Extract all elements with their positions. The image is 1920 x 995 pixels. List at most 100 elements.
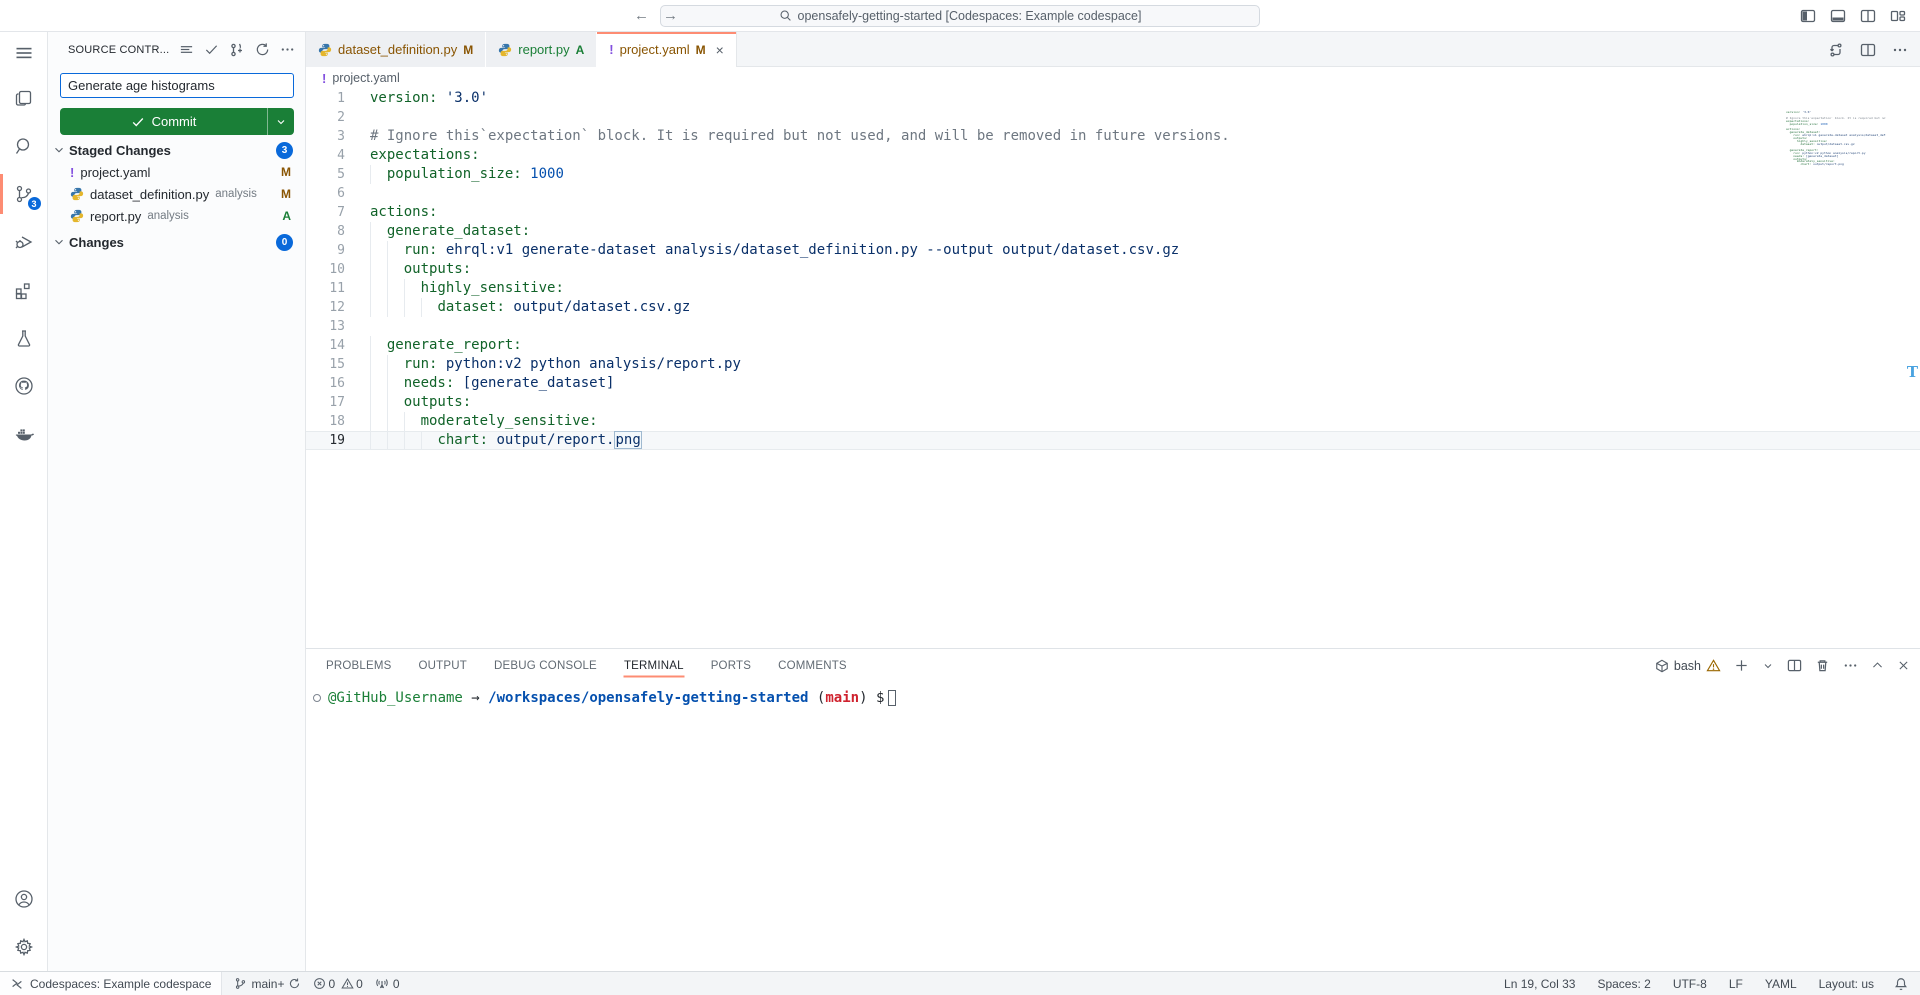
- radio-tower-icon: [375, 977, 389, 990]
- editor-line[interactable]: 3# Ignore this`expectation` block. It is…: [306, 127, 1920, 146]
- minimap[interactable]: version: '3.0' # Ignore this`expectation…: [1786, 111, 1886, 181]
- source-control-view-icon[interactable]: 3: [0, 170, 48, 218]
- nav-back-icon[interactable]: ←: [634, 7, 649, 24]
- search-view-icon[interactable]: [0, 122, 48, 170]
- terminal[interactable]: @GitHub_Username → /workspaces/opensafel…: [306, 682, 1920, 971]
- kill-terminal-trash-icon[interactable]: [1815, 658, 1830, 673]
- commit-message-input[interactable]: [60, 73, 294, 98]
- editor-line[interactable]: 15 run: python:v2 python analysis/report…: [306, 355, 1920, 374]
- close-tab-icon[interactable]: ×: [716, 42, 724, 58]
- panel-tab-terminal[interactable]: TERMINAL: [624, 649, 684, 682]
- refresh-icon[interactable]: [255, 42, 270, 57]
- line-number: 6: [306, 184, 362, 203]
- scm-section-header[interactable]: Staged Changes3: [48, 139, 305, 161]
- scm-file-row[interactable]: report.pyanalysisA: [48, 205, 305, 227]
- editor-line[interactable]: 16 needs: [generate_dataset]: [306, 374, 1920, 393]
- editor-line[interactable]: 9 run: ehrql:v1 generate-dataset analysi…: [306, 241, 1920, 260]
- status-item[interactable]: Layout: us: [1813, 977, 1880, 991]
- menu-icon[interactable]: [0, 32, 48, 74]
- scm-section-header[interactable]: Changes0: [48, 231, 305, 253]
- editor-line[interactable]: 12 dataset: output/dataset.csv.gz: [306, 298, 1920, 317]
- editor-line[interactable]: 17 outputs:: [306, 393, 1920, 412]
- panel-tab-problems[interactable]: PROBLEMS: [326, 649, 392, 682]
- create-branch-icon[interactable]: [229, 42, 245, 58]
- tab-project.yaml[interactable]: !project.yamlM×: [597, 32, 737, 67]
- editor-line[interactable]: 13: [306, 317, 1920, 336]
- branch-status-item[interactable]: main+: [228, 977, 307, 991]
- editor-line[interactable]: 4expectations:: [306, 146, 1920, 165]
- panel-tab-output[interactable]: OUTPUT: [419, 649, 467, 682]
- editor-line[interactable]: 7actions:: [306, 203, 1920, 222]
- shell-label[interactable]: bash: [1655, 658, 1721, 673]
- editor-line[interactable]: 14 generate_report:: [306, 336, 1920, 355]
- python-file-icon: [70, 209, 84, 223]
- code-editor[interactable]: 1version: '3.0'23# Ignore this`expectati…: [306, 89, 1920, 648]
- scm-file-row[interactable]: dataset_definition.pyanalysisM: [48, 183, 305, 205]
- tab-report.py[interactable]: report.pyA: [486, 32, 597, 67]
- tab-dataset_definition.py[interactable]: dataset_definition.pyM: [306, 32, 486, 67]
- status-item[interactable]: Spaces: 2: [1591, 977, 1656, 991]
- toggle-panel-icon[interactable]: [1830, 8, 1846, 24]
- editor-line[interactable]: 10 outputs:: [306, 260, 1920, 279]
- explorer-icon[interactable]: [0, 74, 48, 122]
- settings-gear-icon[interactable]: [0, 923, 48, 971]
- panel-tab-comments[interactable]: COMMENTS: [778, 649, 847, 682]
- tab-dirty-status: M: [463, 43, 473, 57]
- command-center[interactable]: opensafely-getting-started [Codespaces: …: [660, 5, 1260, 27]
- notifications-bell-icon[interactable]: [1888, 977, 1914, 991]
- editor-line[interactable]: 1version: '3.0': [306, 89, 1920, 108]
- open-changes-icon[interactable]: [1828, 42, 1844, 58]
- toggle-sidebar-icon[interactable]: [1800, 8, 1816, 24]
- editor-line[interactable]: 11 highly_sensitive:: [306, 279, 1920, 298]
- commit-button[interactable]: Commit: [60, 108, 294, 135]
- branch-icon: [234, 977, 247, 990]
- status-item[interactable]: UTF-8: [1667, 977, 1713, 991]
- editor-line[interactable]: 19 chart: output/report.png: [306, 431, 1920, 450]
- close-panel-icon[interactable]: [1897, 659, 1910, 672]
- accounts-icon[interactable]: [0, 875, 48, 923]
- panel-more-actions-icon[interactable]: [1843, 658, 1858, 673]
- extensions-icon[interactable]: [0, 266, 48, 314]
- editor-line[interactable]: 8 generate_dataset:: [306, 222, 1920, 241]
- line-number: 2: [306, 108, 362, 127]
- editor-line[interactable]: 2: [306, 108, 1920, 127]
- commit-dropdown-chevron[interactable]: [267, 108, 294, 135]
- terminal-branch: main: [825, 690, 859, 706]
- editor-line[interactable]: 6: [306, 184, 1920, 203]
- terminal-dropdown-chevron[interactable]: [1762, 660, 1774, 672]
- editor-line[interactable]: 18 moderately_sensitive:: [306, 412, 1920, 431]
- split-terminal-icon[interactable]: [1787, 658, 1802, 673]
- editor-line[interactable]: 5 population_size: 1000: [306, 165, 1920, 184]
- status-item[interactable]: Ln 19, Col 33: [1498, 977, 1581, 991]
- command-decoration-icon[interactable]: [313, 694, 321, 702]
- maximize-panel-chevron-icon[interactable]: [1871, 659, 1884, 672]
- status-item[interactable]: YAML: [1759, 977, 1803, 991]
- scm-file-row[interactable]: !project.yamlM: [48, 161, 305, 183]
- run-debug-icon[interactable]: [0, 218, 48, 266]
- terminal-shell-icon: [1655, 659, 1669, 673]
- panel-tab-debug-console[interactable]: DEBUG CONSOLE: [494, 649, 597, 682]
- view-sort-icon[interactable]: [179, 42, 194, 57]
- github-icon[interactable]: [0, 362, 48, 410]
- scm-badge: 3: [27, 196, 42, 211]
- search-icon: [779, 9, 792, 22]
- split-editor-icon[interactable]: [1860, 42, 1876, 58]
- breadcrumb[interactable]: ! project.yaml: [306, 67, 1920, 89]
- docker-icon[interactable]: [0, 410, 48, 458]
- ports-status-item[interactable]: 0: [369, 977, 406, 991]
- customize-layout-icon[interactable]: [1890, 8, 1906, 24]
- more-actions-icon[interactable]: [280, 42, 295, 57]
- problems-status-item[interactable]: 0 0: [307, 977, 368, 991]
- panel-tab-ports[interactable]: PORTS: [711, 649, 751, 682]
- testing-beaker-icon[interactable]: [0, 314, 48, 362]
- breadcrumb-file[interactable]: project.yaml: [332, 71, 399, 85]
- commit-check-icon[interactable]: [204, 42, 219, 57]
- new-terminal-icon[interactable]: [1734, 658, 1749, 673]
- split-editor-right-icon[interactable]: [1860, 8, 1876, 24]
- nav-forward-icon[interactable]: →: [663, 7, 678, 24]
- scm-section-badge: 3: [276, 142, 293, 159]
- status-item[interactable]: LF: [1723, 977, 1749, 991]
- remote-indicator[interactable]: Codespaces: Example codespace: [0, 972, 222, 995]
- terminal-prompt-char: $: [876, 690, 884, 706]
- editor-more-actions-icon[interactable]: [1892, 42, 1908, 58]
